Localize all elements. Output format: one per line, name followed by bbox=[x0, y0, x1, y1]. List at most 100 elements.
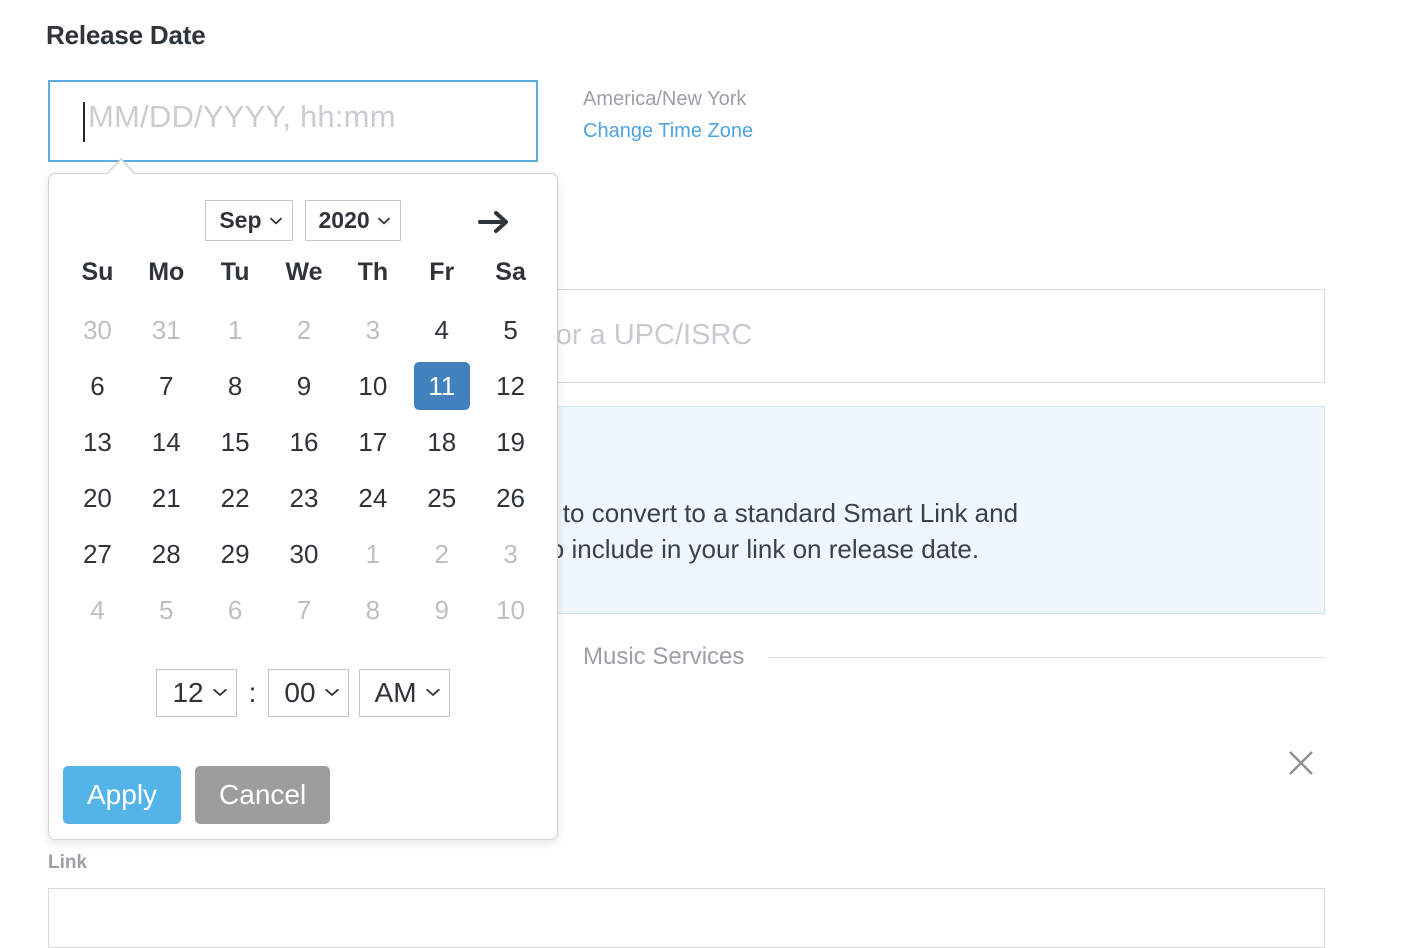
calendar-day-number: 16 bbox=[289, 426, 319, 457]
cancel-button[interactable]: Cancel bbox=[195, 766, 331, 824]
calendar-day-number: 10 bbox=[358, 370, 388, 401]
calendar-day[interactable]: 3 bbox=[476, 526, 545, 582]
calendar-day[interactable]: 2 bbox=[270, 302, 339, 358]
calendar-day[interactable]: 12 bbox=[476, 358, 545, 414]
calendar-day-number: 6 bbox=[227, 594, 243, 625]
meridiem-select-value: AM bbox=[374, 677, 417, 708]
release-date-input[interactable]: MM/DD/YYYY, hh:mm bbox=[48, 80, 538, 162]
calendar-day[interactable]: 29 bbox=[201, 526, 270, 582]
datepicker-popup: Sep 2020 Su Mo Tu We Th Fr Sa 30 31 1 2 … bbox=[48, 158, 558, 840]
calendar-day-number: 30 bbox=[82, 314, 112, 345]
calendar-day-number: 15 bbox=[220, 426, 250, 457]
calendar-day-number: 26 bbox=[496, 482, 526, 513]
calendar-day[interactable]: 24 bbox=[338, 470, 407, 526]
calendar-day[interactable]: 9 bbox=[270, 358, 339, 414]
calendar-day-number: 4 bbox=[90, 594, 105, 625]
calendar-day[interactable]: 19 bbox=[476, 414, 545, 470]
calendar-day[interactable]: 1 bbox=[338, 526, 407, 582]
calendar-day[interactable]: 13 bbox=[63, 414, 132, 470]
calendar-day[interactable]: 15 bbox=[201, 414, 270, 470]
timezone-value: America/New York bbox=[583, 88, 747, 110]
chevron-down-icon bbox=[425, 688, 440, 696]
calendar-day[interactable]: 1 bbox=[201, 302, 270, 358]
calendar-day[interactable]: 30 bbox=[63, 302, 132, 358]
calendar-day[interactable]: 8 bbox=[338, 582, 407, 638]
link-input[interactable] bbox=[48, 888, 1325, 948]
calendar-day[interactable]: 18 bbox=[407, 414, 476, 470]
calendar-day-number: 7 bbox=[159, 370, 174, 401]
calendar-day[interactable]: 9 bbox=[407, 582, 476, 638]
calendar-day[interactable]: 21 bbox=[132, 470, 201, 526]
chevron-down-icon bbox=[377, 217, 390, 224]
calendar-day[interactable]: 20 bbox=[63, 470, 132, 526]
calendar-day-number: 7 bbox=[296, 594, 312, 625]
calendar-day[interactable]: 3 bbox=[338, 302, 407, 358]
calendar-day-number: 10 bbox=[496, 594, 526, 625]
calendar-day[interactable]: 17 bbox=[338, 414, 407, 470]
calendar-day-number: 4 bbox=[434, 314, 449, 345]
calendar-day[interactable]: 7 bbox=[270, 582, 339, 638]
calendar-day[interactable]: 26 bbox=[476, 470, 545, 526]
calendar-day[interactable]: 10 bbox=[476, 582, 545, 638]
weekday-su: Su bbox=[81, 258, 114, 286]
release-date-placeholder: MM/DD/YYYY, hh:mm bbox=[88, 99, 396, 134]
meridiem-select[interactable]: AM bbox=[358, 669, 450, 717]
hour-select[interactable]: 12 bbox=[156, 669, 237, 717]
weekday-mo: Mo bbox=[148, 258, 185, 286]
calendar-day-number: 29 bbox=[220, 538, 250, 569]
calendar-day[interactable]: 4 bbox=[63, 582, 132, 638]
calendar-day[interactable]: 4 bbox=[407, 302, 476, 358]
apply-button[interactable]: Apply bbox=[63, 766, 182, 824]
calendar-day[interactable]: 30 bbox=[270, 526, 339, 582]
next-month-button[interactable] bbox=[475, 202, 515, 242]
calendar-day[interactable]: 5 bbox=[132, 582, 201, 638]
calendar-day[interactable]: 22 bbox=[201, 470, 270, 526]
close-icon[interactable] bbox=[1286, 748, 1316, 778]
calendar-day[interactable]: 27 bbox=[63, 526, 132, 582]
search-input[interactable]: playlist or a UPC/ISRC bbox=[430, 289, 1325, 383]
calendar-day[interactable]: 25 bbox=[407, 470, 476, 526]
change-time-zone-link[interactable]: Change Time Zone bbox=[583, 120, 753, 143]
datepicker-actions: Apply Cancel bbox=[63, 766, 331, 824]
calendar-day[interactable]: 23 bbox=[270, 470, 339, 526]
month-select[interactable]: Sep bbox=[205, 200, 293, 241]
calendar-day[interactable]: 6 bbox=[63, 358, 132, 414]
calendar-day[interactable]: 10 bbox=[338, 358, 407, 414]
calendar-day[interactable]: 2 bbox=[407, 526, 476, 582]
calendar-day-number: 27 bbox=[82, 538, 112, 569]
calendar-day-number: 1 bbox=[365, 538, 381, 569]
calendar-day-number: 31 bbox=[151, 314, 181, 345]
music-services-section-header: Music Services bbox=[583, 643, 1325, 671]
calendar-day-number: 24 bbox=[358, 482, 388, 513]
calendar-day-number: 9 bbox=[296, 370, 312, 401]
time-selects: 12 : 00 AM bbox=[49, 669, 557, 717]
year-select[interactable]: 2020 bbox=[304, 200, 401, 241]
calendar-day-number: 11 bbox=[413, 362, 470, 410]
calendar-day-number: 6 bbox=[90, 370, 105, 401]
calendar-day-number: 17 bbox=[358, 426, 388, 457]
calendar-day[interactable]: 5 bbox=[476, 302, 545, 358]
calendar-day[interactable]: 8 bbox=[201, 358, 270, 414]
divider-rule bbox=[768, 656, 1325, 658]
popup-pointer bbox=[106, 160, 136, 176]
calendar-day-number: 2 bbox=[434, 538, 449, 569]
weekday-tu: Tu bbox=[220, 258, 250, 286]
calendar-day[interactable]: 31 bbox=[132, 302, 201, 358]
datepicker-header: Sep 2020 bbox=[49, 200, 557, 244]
calendar-day[interactable]: 28 bbox=[132, 526, 201, 582]
calendar-day-number: 25 bbox=[427, 482, 457, 513]
calendar-day[interactable]: 7 bbox=[132, 358, 201, 414]
calendar-day[interactable]: 16 bbox=[270, 414, 339, 470]
calendar-day-number: 3 bbox=[365, 314, 381, 345]
calendar-day-number: 5 bbox=[503, 314, 518, 345]
calendar-day-number: 5 bbox=[159, 594, 174, 625]
calendar-day-number: 23 bbox=[289, 482, 319, 513]
calendar-day-number: 20 bbox=[82, 482, 112, 513]
calendar-grid: 30 31 1 2 3 4 5 6 7 8 9 10 11 12 13 14 15 16 17 18 19 20 21 22 2… bbox=[63, 302, 545, 638]
calendar-day[interactable]: 11 bbox=[407, 358, 476, 414]
calendar-day[interactable]: 6 bbox=[201, 582, 270, 638]
minute-select[interactable]: 00 bbox=[268, 669, 349, 717]
calendar-day-number: 9 bbox=[434, 594, 449, 625]
calendar-day[interactable]: 14 bbox=[132, 414, 201, 470]
calendar-day-number: 8 bbox=[227, 370, 243, 401]
